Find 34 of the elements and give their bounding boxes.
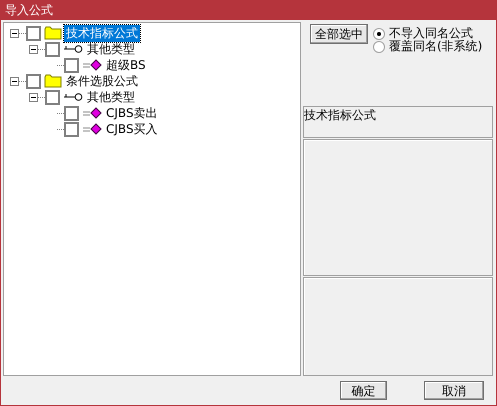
- tree-item[interactable]: CJBS卖出: [104, 104, 160, 122]
- checkbox[interactable]: [45, 42, 60, 56]
- checkbox[interactable]: [45, 90, 60, 104]
- collapse-icon[interactable]: [10, 28, 19, 38]
- gem-icon: [82, 107, 102, 119]
- tree-item[interactable]: 条件选股公式: [64, 72, 140, 90]
- option-label: 不导入同名公式: [389, 25, 473, 40]
- checkbox[interactable]: [64, 122, 79, 136]
- checkbox[interactable]: [26, 26, 41, 40]
- dialog-button[interactable]: 取消: [424, 381, 484, 400]
- select-all-button[interactable]: 全部选中: [310, 24, 368, 44]
- radio-button[interactable]: [373, 40, 385, 52]
- collapse-icon[interactable]: [10, 76, 19, 86]
- option-label: 覆盖同名(非系统): [389, 39, 482, 55]
- key-icon: [63, 44, 83, 54]
- checkbox[interactable]: [64, 58, 79, 72]
- gem-icon: [82, 123, 102, 135]
- window-title: 导入公式: [5, 2, 53, 18]
- tree-item[interactable]: 其他类型: [85, 40, 137, 58]
- checkbox[interactable]: [26, 74, 41, 88]
- tree-item[interactable]: 技术指标公式: [64, 24, 140, 42]
- tree-item[interactable]: 其他类型: [85, 88, 137, 106]
- tree-item[interactable]: CJBS买入: [104, 120, 160, 138]
- tree-item[interactable]: 超级BS: [104, 56, 148, 74]
- radio-button[interactable]: [373, 28, 385, 40]
- gem-icon: [82, 59, 102, 71]
- folder-icon: [44, 26, 62, 40]
- collapse-icon[interactable]: [29, 44, 38, 54]
- key-icon: [63, 92, 83, 102]
- description-box: 技术指标公式: [303, 106, 493, 138]
- folder-icon: [44, 74, 62, 88]
- checkbox[interactable]: [64, 106, 79, 120]
- dialog-button[interactable]: 确定: [340, 381, 387, 400]
- collapse-icon[interactable]: [29, 92, 38, 102]
